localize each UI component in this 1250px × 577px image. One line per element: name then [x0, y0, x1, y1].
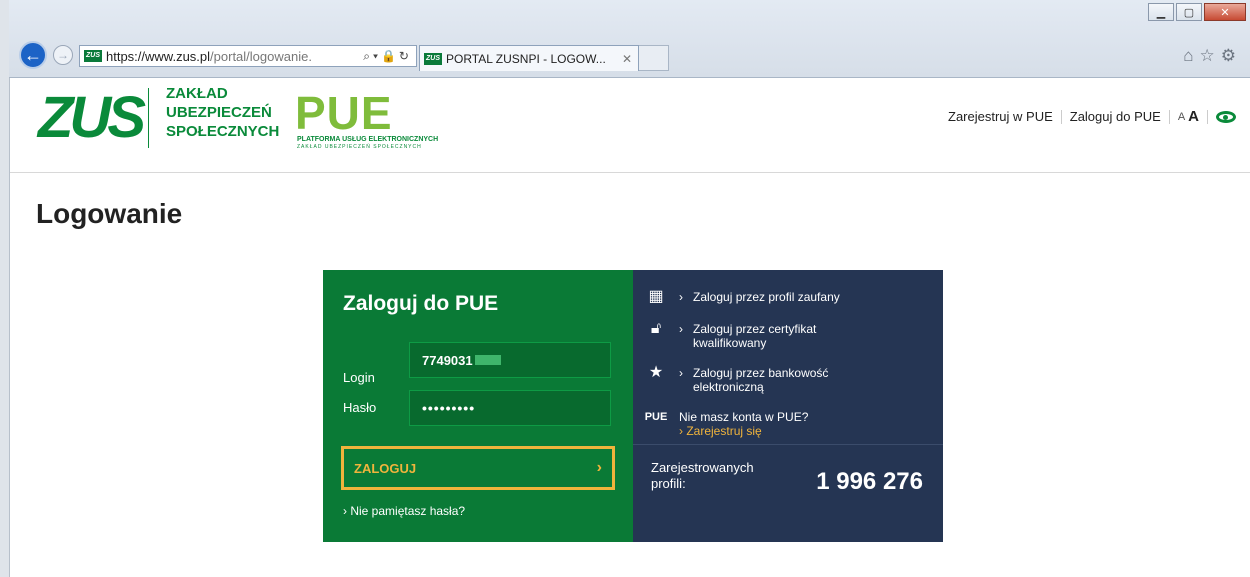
site-header: ZUS ZAKŁAD UBEZPIECZEŃ SPOŁECZNYCH PUE P…	[10, 78, 1250, 173]
link-separator	[1207, 109, 1208, 124]
chevron-right-icon: ›	[679, 366, 683, 380]
close-window-button[interactable]: ✕	[1204, 3, 1246, 21]
zus-logo[interactable]: ZUS	[38, 88, 146, 148]
login-title: Zaloguj do PUE	[343, 292, 499, 315]
forward-arrow-icon[interactable]: →	[53, 45, 73, 65]
password-field-value: •••••••••	[422, 400, 476, 416]
login-submit-label: ZALOGUJ	[354, 460, 417, 476]
maximize-button[interactable]: ▢	[1176, 3, 1202, 21]
login-certificate[interactable]: 🔓︎ › Zaloguj przez certyfikat kwalifikowa…	[633, 320, 943, 351]
pue-mini-logo-icon: PUE	[644, 411, 668, 423]
certificate-label-line-1: Zaloguj przez certyfikat	[693, 322, 817, 336]
pue-logo[interactable]: PUE	[295, 88, 393, 138]
forgot-password-link[interactable]: › Nie pamiętasz hasła?	[343, 504, 465, 518]
pue-subtitle: PLATFORMA USŁUG ELEKTRONICZNYCH	[297, 136, 439, 143]
bank-label: Zaloguj przez bankowość elektroniczną	[693, 366, 828, 394]
stats-divider	[633, 444, 943, 445]
registered-profiles-count: 1 996 276	[816, 468, 923, 495]
top-links: Zarejestruj w PUE Zaloguj do PUE A A	[948, 108, 1236, 125]
alternative-login-panel: ▦ › Zaloguj przez profil zaufany 🔓︎ › Za…	[633, 270, 943, 542]
tab-portal[interactable]: ZUS PORTAL ZUSNPI - LOGOW... ✕	[419, 45, 639, 71]
chevron-right-icon: ›	[343, 504, 347, 518]
login-label: Login	[343, 370, 375, 385]
zus-favicon-icon: ZUS	[84, 50, 102, 62]
register-prompt-text: Nie masz konta w PUE? › Zarejestruj się	[679, 410, 808, 438]
register-prompt: PUE Nie masz konta w PUE? › Zarejestruj s…	[633, 410, 943, 438]
tab-close-icon[interactable]: ✕	[622, 52, 632, 66]
login-field[interactable]: 7749031	[409, 342, 611, 378]
register-link[interactable]: › Zarejestruj się	[679, 424, 762, 438]
forgot-password-label: Nie pamiętasz hasła?	[350, 504, 466, 518]
link-separator	[1168, 109, 1170, 124]
navigation-bar: ← → ZUS https://www.zus.pl/portal/logowa…	[9, 38, 1250, 72]
new-tab-button[interactable]	[639, 45, 669, 71]
home-icon[interactable]: ⌂	[1183, 46, 1199, 65]
window-controls: ▁ ▢ ✕	[1146, 3, 1246, 21]
address-bar[interactable]: ZUS https://www.zus.pl/portal/logowanie.…	[79, 45, 417, 67]
password-field[interactable]: •••••••••	[409, 390, 611, 426]
certificate-label-line-2: kwalifikowany	[693, 336, 767, 350]
chevron-right-icon: ›	[679, 322, 683, 336]
login-submit-button[interactable]: ZALOGUJ ›	[341, 446, 615, 490]
org-name-line-3: SPOŁECZNYCH	[166, 123, 280, 140]
eye-contrast-icon[interactable]	[1216, 110, 1236, 123]
stats-label-line-1: Zarejestrowanych	[651, 460, 754, 475]
no-account-label: Nie masz konta w PUE?	[679, 410, 809, 424]
font-size-small-button[interactable]: A	[1178, 111, 1185, 123]
tab-title: PORTAL ZUSNPI - LOGOW...	[446, 51, 606, 66]
address-bar-icons[interactable]: ⌕▾🔒↻	[363, 49, 412, 64]
link-separator	[1060, 109, 1062, 124]
password-label: Hasło	[343, 400, 377, 415]
bank-label-line-2: elektroniczną	[693, 380, 764, 394]
url-host: https://www.zus.pl	[106, 48, 211, 64]
logo-divider	[148, 88, 149, 148]
browser-chrome: ▁ ▢ ✕ ← → ZUS https://www.zus.pl/portal/…	[9, 0, 1250, 78]
page-title: Logowanie	[36, 198, 183, 229]
tab-favicon-icon: ZUS	[424, 52, 442, 65]
login-bank[interactable]: ★ › Zaloguj przez bankowość elektroniczną	[633, 364, 943, 395]
login-link[interactable]: Zaloguj do PUE	[1070, 109, 1161, 124]
org-name: ZAKŁAD UBEZPIECZEŃ SPOŁECZNYCH	[166, 84, 279, 141]
login-panel: Zaloguj do PUE Login 7749031 Hasło •••••…	[323, 270, 633, 542]
login-trusted-profile[interactable]: ▦ › Zaloguj przez profil zaufany	[633, 288, 943, 305]
font-size-large-button[interactable]: A	[1188, 108, 1199, 125]
window-frame-left	[0, 0, 10, 577]
trusted-profile-label: Zaloguj przez profil zaufany	[693, 290, 840, 304]
login-masked-part	[474, 355, 501, 365]
certificate-label: Zaloguj przez certyfikat kwalifikowany	[693, 322, 816, 350]
org-name-line-2: UBEZPIECZEŃ	[166, 104, 272, 121]
settings-gear-icon[interactable]: ⚙	[1221, 46, 1242, 65]
star-icon: ★	[648, 364, 664, 381]
bank-label-line-1: Zaloguj przez bankowość	[693, 366, 829, 380]
browser-tools: ⌂☆⚙	[1183, 46, 1242, 66]
minimize-button[interactable]: ▁	[1148, 3, 1174, 21]
registered-profiles-label: Zarejestrowanych profili:	[651, 460, 781, 492]
login-field-value: 7749031	[422, 352, 473, 368]
back-arrow-icon[interactable]: ←	[19, 41, 47, 69]
register-label: Zarejestruj się	[686, 424, 762, 438]
register-link[interactable]: Zarejestruj w PUE	[948, 109, 1053, 124]
pue-subtitle-org: ZAKŁAD UBEZPIECZEŃ SPOŁECZNYCH	[297, 144, 422, 150]
lock-icon: 🔓︎	[650, 320, 662, 337]
org-name-line-1: ZAKŁAD	[166, 85, 228, 102]
qr-code-icon: ▦	[648, 288, 664, 305]
chevron-right-icon: ›	[679, 290, 683, 304]
favorites-star-icon[interactable]: ☆	[1200, 46, 1221, 65]
url-path: /portal/logowanie.	[210, 48, 312, 64]
stats-label-line-2: profili:	[651, 476, 686, 491]
chevron-right-icon: ›	[596, 459, 602, 476]
